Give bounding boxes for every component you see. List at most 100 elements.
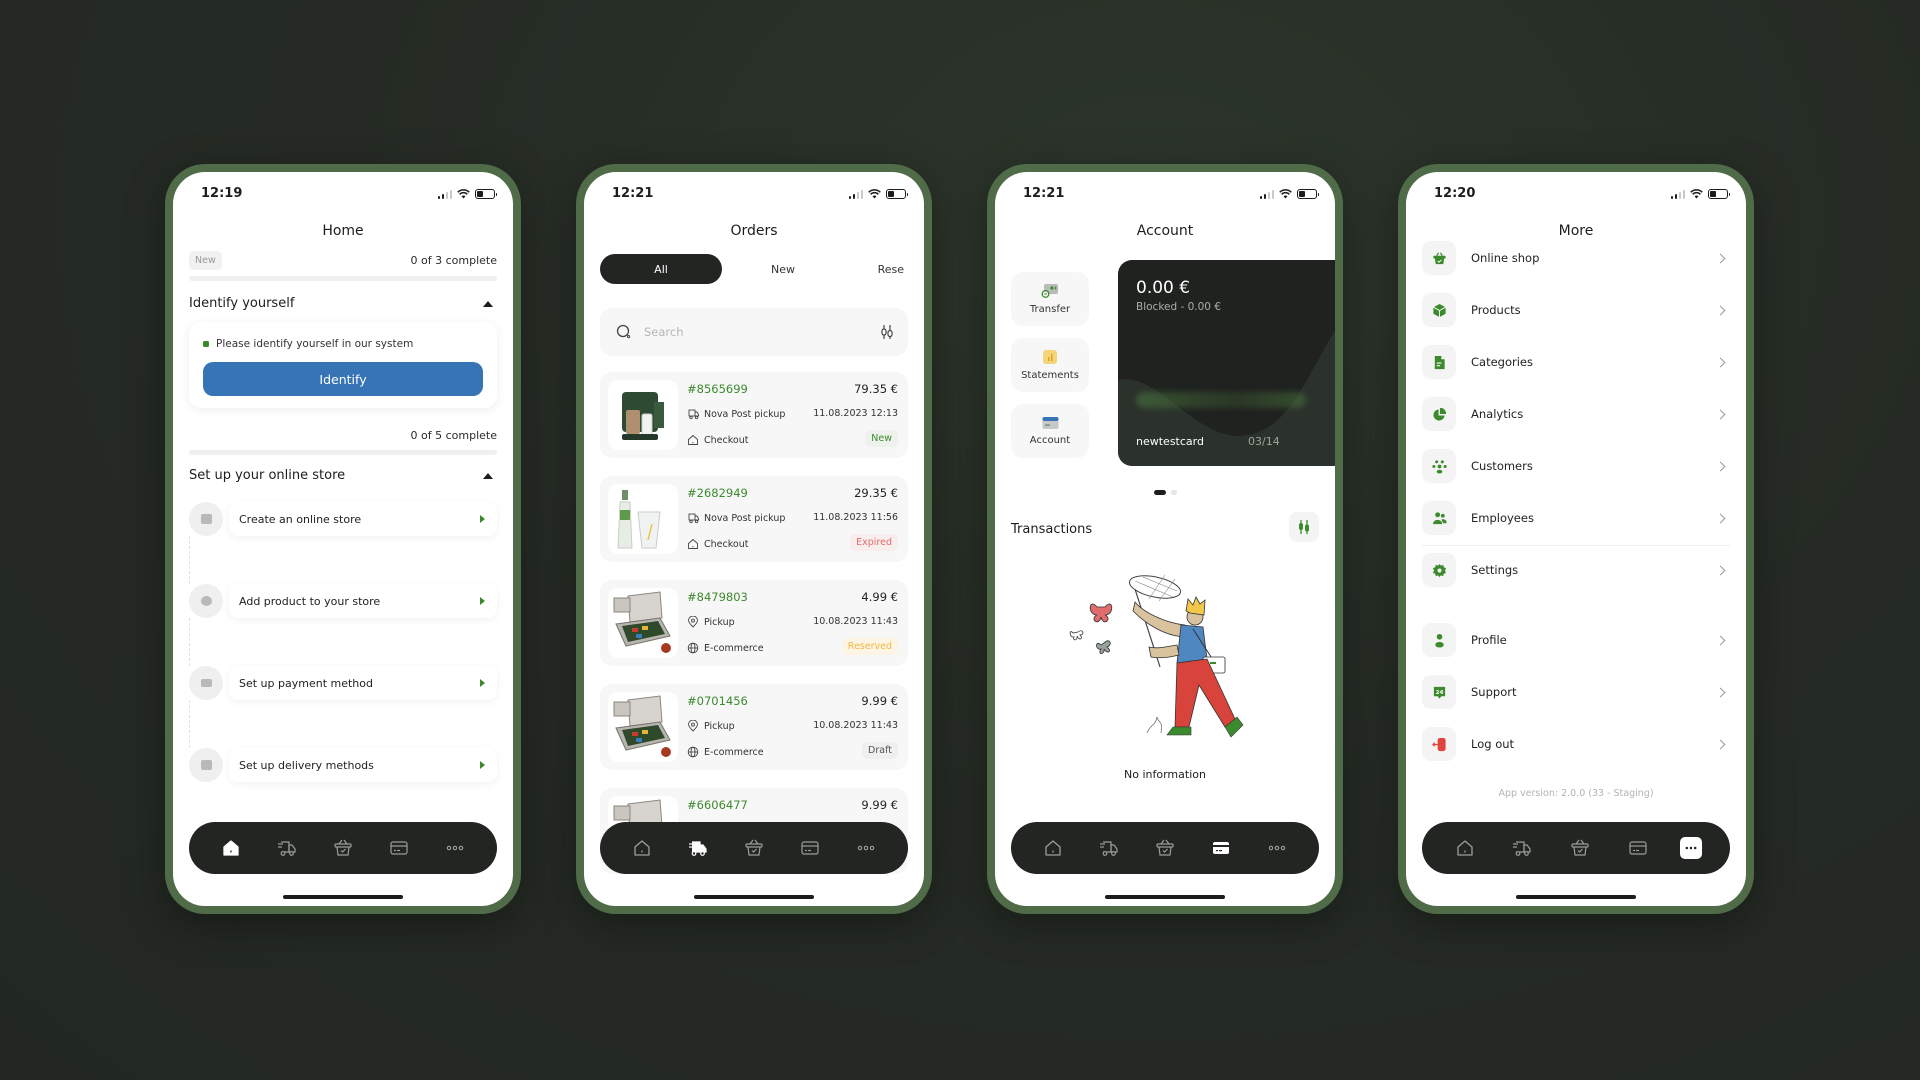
menu-item-analytics[interactable]: Analytics	[1422, 396, 1730, 432]
delivery-truck-icon	[1513, 841, 1531, 856]
order-card[interactable]: #2682949 29.35 € Nova Post pickup 11.08.2…	[600, 476, 908, 562]
nav-more[interactable]	[1262, 833, 1292, 863]
identify-card: Please identify yourself in our system I…	[189, 322, 497, 408]
card-icon	[1628, 841, 1647, 855]
page-title: Account	[1136, 223, 1194, 239]
menu-item-support[interactable]: 24 Support	[1422, 674, 1730, 710]
nav-shop[interactable]	[739, 833, 769, 863]
card-icon	[390, 841, 408, 855]
order-id: #6606477	[687, 798, 748, 812]
carousel-dot[interactable]	[1153, 490, 1166, 495]
order-price: 4.99 €	[861, 590, 898, 604]
menu-item-customers[interactable]: Customers	[1422, 448, 1730, 484]
basket-icon	[1571, 839, 1589, 856]
search-input[interactable]	[644, 308, 824, 356]
menu-item-employees[interactable]: Employees	[1422, 500, 1730, 536]
delivery-truck-icon	[1100, 841, 1118, 856]
delivery-truck-icon	[278, 841, 296, 856]
carousel-dot[interactable]	[1170, 490, 1177, 495]
arrow-right-icon	[480, 597, 485, 605]
status-time: 12:20	[1434, 186, 1476, 201]
tab-all[interactable]: All	[600, 254, 722, 284]
chevron-right-icon	[1715, 461, 1726, 471]
order-card[interactable]: #8479803 4.99 € Pickup 10.08.2023 11:43 E…	[600, 580, 908, 666]
statements-button[interactable]: Statements	[1011, 338, 1089, 392]
battery-icon	[1297, 189, 1319, 199]
step-delivery-methods[interactable]: Set up delivery methods	[189, 748, 497, 782]
nav-orders[interactable]	[1094, 833, 1124, 863]
chevron-right-icon	[1715, 253, 1726, 263]
more-screen: 12:20 More Online shop Products Categori…	[1406, 172, 1746, 906]
nav-account[interactable]	[1623, 833, 1653, 863]
nav-shop[interactable]	[1565, 833, 1595, 863]
nav-more[interactable]	[851, 833, 881, 863]
identify-section-title: Identify yourself	[189, 296, 295, 311]
logout-icon	[1422, 727, 1456, 761]
nav-orders[interactable]	[272, 833, 302, 863]
page-title: More	[1558, 223, 1594, 239]
account-screen: 12:21 Account Transfer Statements Accoun…	[995, 172, 1335, 906]
account-button[interactable]: Account	[1011, 404, 1089, 458]
tab-reserved[interactable]: Rese	[844, 254, 904, 284]
delivery-icon	[189, 748, 223, 782]
gear-icon	[1422, 553, 1456, 587]
step-create-store[interactable]: Create an online store	[189, 502, 497, 536]
support-24-icon: 24	[1422, 675, 1456, 709]
menu-item-profile[interactable]: Profile	[1422, 622, 1730, 658]
filter-icon	[1299, 520, 1309, 534]
store-icon	[688, 435, 698, 445]
battery-icon	[886, 189, 908, 199]
nav-orders[interactable]	[683, 833, 713, 863]
location-pin-icon	[688, 720, 698, 732]
store-icon	[189, 502, 223, 536]
nav-more[interactable]	[1680, 837, 1703, 859]
nav-shop[interactable]	[1150, 833, 1180, 863]
employees-icon	[1422, 501, 1456, 535]
menu-item-settings[interactable]: Settings	[1422, 552, 1730, 588]
step-payment-method[interactable]: Set up payment method	[189, 666, 497, 700]
transfer-icon	[1041, 284, 1058, 298]
menu-divider	[1422, 545, 1730, 546]
menu-item-categories[interactable]: Categories	[1422, 344, 1730, 380]
globe-icon	[687, 746, 699, 758]
nav-home[interactable]	[216, 833, 246, 863]
bank-card[interactable]: 0.00 € Blocked - 0.00 € newtestcard 03/1…	[1118, 260, 1335, 466]
home-indicator	[1516, 895, 1636, 899]
transfer-button[interactable]: Transfer	[1011, 272, 1089, 326]
nav-account[interactable]	[795, 833, 825, 863]
card-balance: 0.00 €	[1136, 278, 1191, 298]
nav-home[interactable]	[1038, 833, 1068, 863]
order-card[interactable]: #0701456 9.99 € Pickup 10.08.2023 11:43 E…	[600, 684, 908, 770]
collapse-store-icon[interactable]	[483, 473, 493, 479]
step-add-product[interactable]: Add product to your store	[189, 584, 497, 618]
card-number-blurred	[1136, 392, 1306, 408]
more-dots-icon	[857, 845, 875, 851]
identify-progress-text: 0 of 3 complete	[410, 254, 497, 267]
nav-account[interactable]	[1206, 833, 1236, 863]
nav-account[interactable]	[384, 833, 414, 863]
filter-icon[interactable]	[880, 324, 894, 340]
more-dots-icon	[1685, 846, 1697, 850]
nav-home[interactable]	[627, 833, 657, 863]
phone-account: 12:21 Account Transfer Statements Accoun…	[987, 164, 1343, 914]
collapse-identify-icon[interactable]	[483, 301, 493, 307]
nav-home[interactable]	[1450, 833, 1480, 863]
order-card[interactable]: #8565699 79.35 € Nova Post pickup 11.08.2…	[600, 372, 908, 458]
menu-item-log-out[interactable]: Log out	[1422, 726, 1730, 762]
nav-shop[interactable]	[328, 833, 358, 863]
menu-item-products[interactable]: Products	[1422, 292, 1730, 328]
menu-item-online-shop[interactable]: Online shop	[1422, 240, 1730, 276]
status-bar: 12:21	[584, 186, 924, 206]
tab-new[interactable]: New	[722, 254, 844, 284]
home-icon	[1045, 840, 1061, 856]
identify-button[interactable]: Identify	[203, 362, 483, 396]
nav-orders[interactable]	[1507, 833, 1537, 863]
transactions-title: Transactions	[1011, 522, 1093, 537]
empty-state-illustration	[1069, 574, 1244, 738]
orders-screen: 12:21 Orders All New Rese #8565699 79.35…	[584, 172, 924, 906]
status-bar: 12:20	[1406, 186, 1746, 206]
transactions-filter-button[interactable]	[1289, 512, 1319, 542]
status-time: 12:21	[612, 186, 654, 201]
nav-more[interactable]	[440, 833, 470, 863]
basket-icon	[1422, 241, 1456, 275]
